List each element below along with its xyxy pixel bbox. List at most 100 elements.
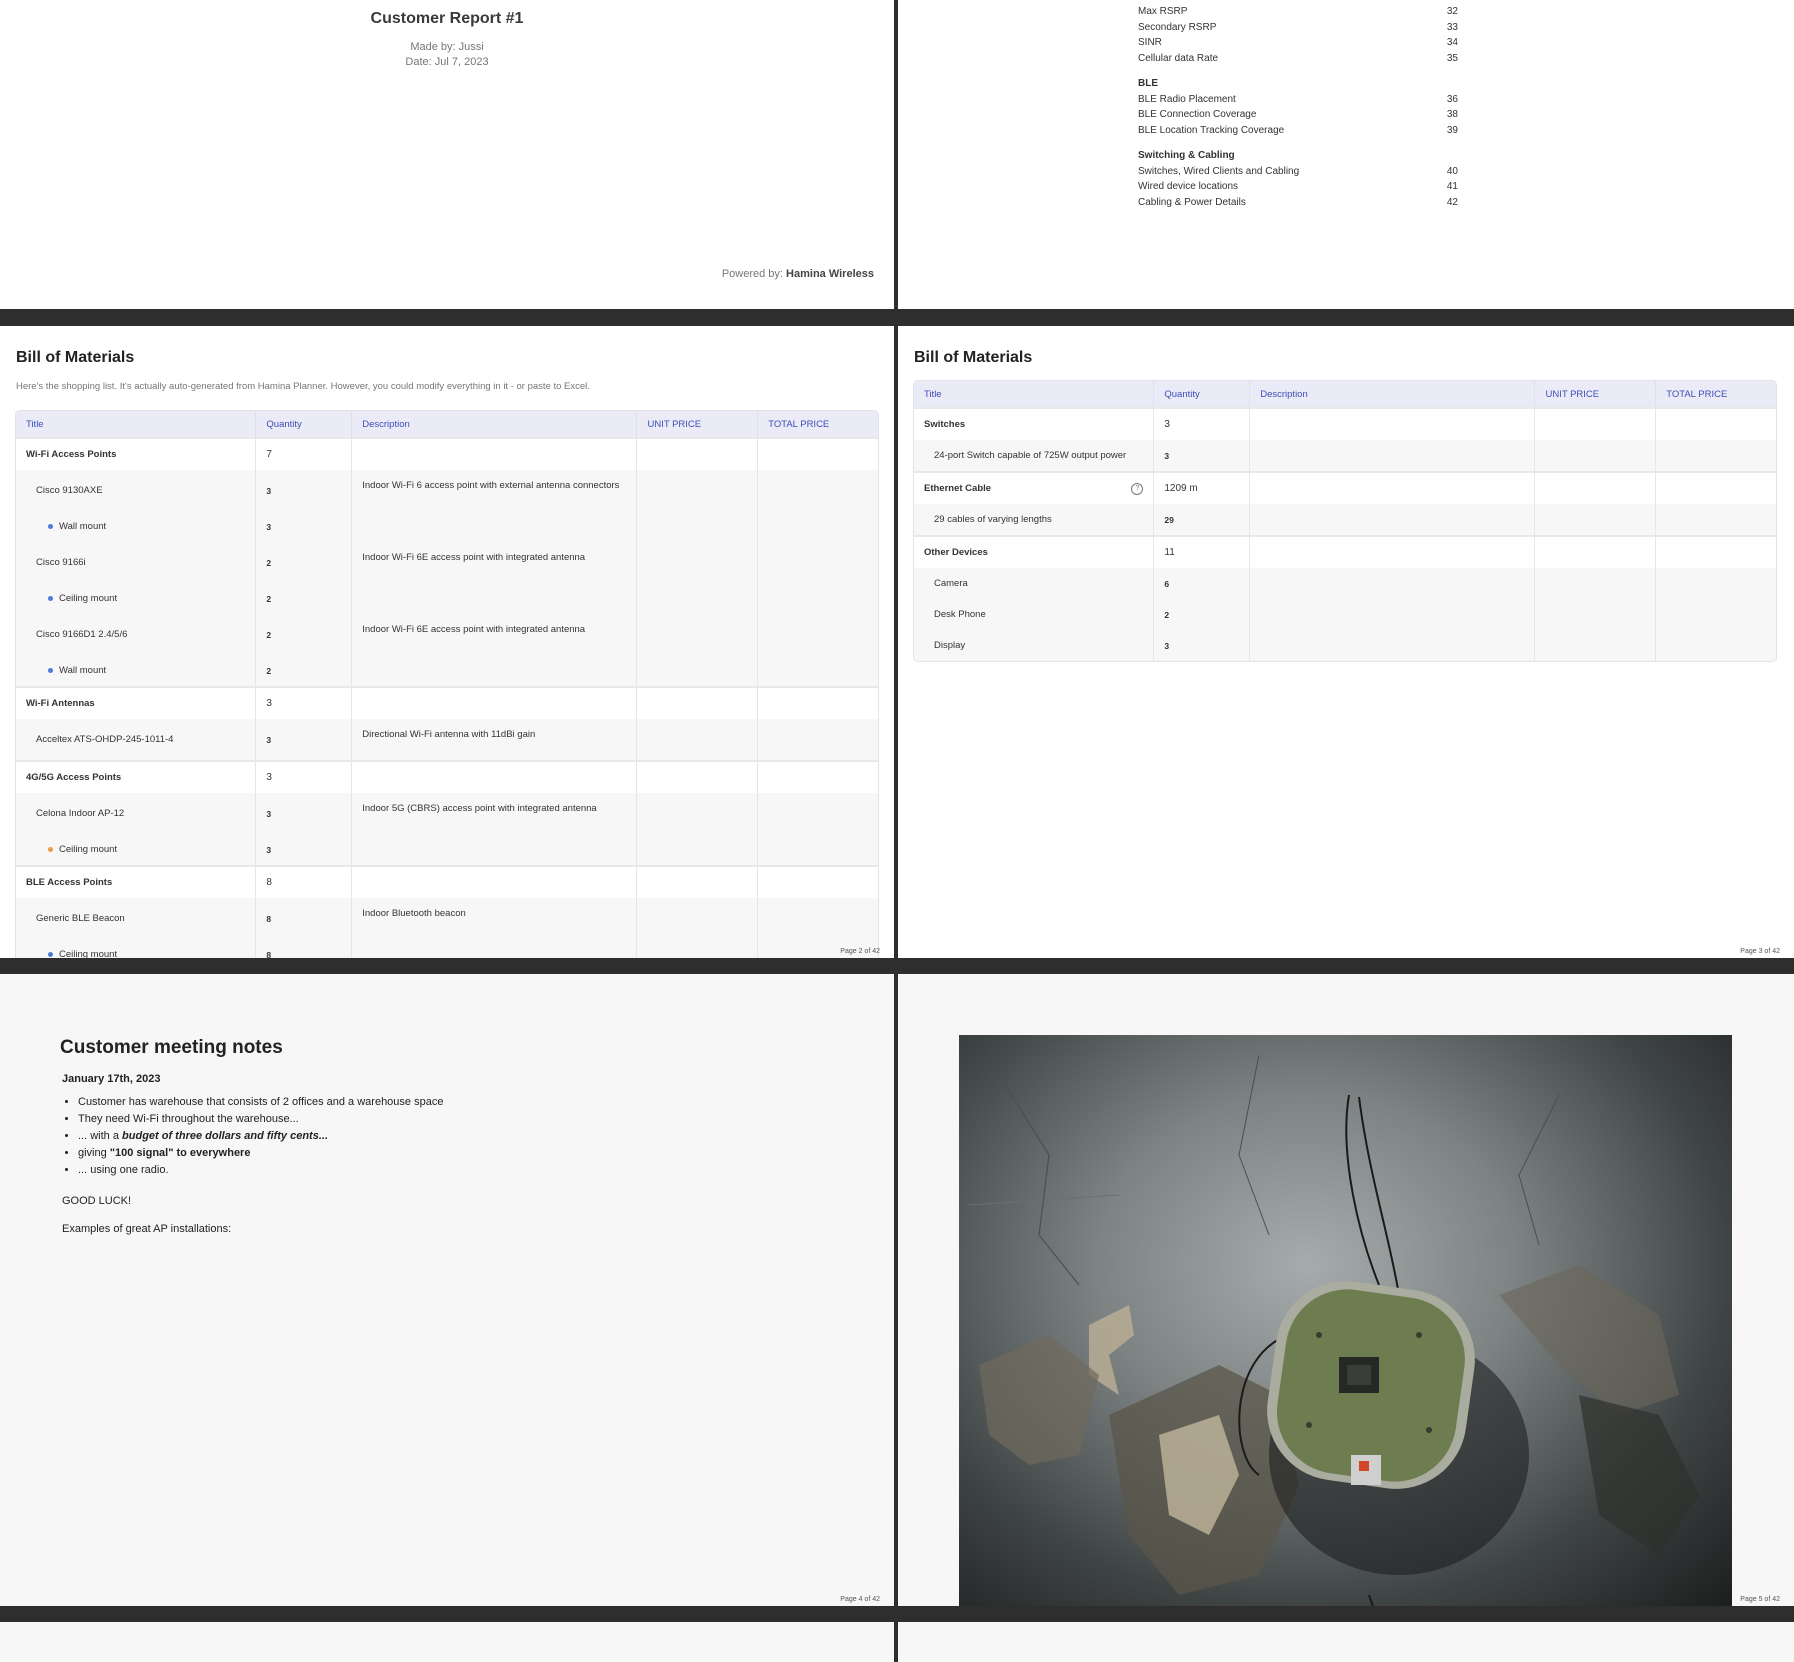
bom-item-total-price[interactable] [758, 614, 878, 655]
bom-item-unit-price[interactable] [637, 511, 759, 542]
bom-item-total-price[interactable] [758, 437, 878, 470]
toc-entry-page: 42 [1446, 196, 1458, 208]
list-item: ... using one radio. [78, 1162, 443, 1179]
bom-item-total-price[interactable] [1656, 630, 1776, 661]
bom-item-total-price[interactable] [758, 898, 878, 939]
bom-title: Bill of Materials [16, 349, 135, 366]
bom-title: Bill of Materials [914, 349, 1033, 366]
bom-item-quantity: 3 [1154, 630, 1251, 661]
bom-item-total-price[interactable] [1656, 568, 1776, 599]
notes-title: Customer meeting notes [60, 1037, 283, 1058]
table-row: Wall mount 2 [16, 655, 878, 686]
bom-item-unit-price[interactable] [1535, 471, 1657, 504]
bom-item-total-price[interactable] [758, 686, 878, 719]
bom-item-label: Desk Phone [934, 609, 986, 620]
bom-item-description: Indoor Wi-Fi 6E access point with integr… [352, 542, 638, 583]
ap-installation-photo [959, 1035, 1732, 1606]
table-row: Camera 6 [914, 568, 1776, 599]
toc-entry-page: 34 [1446, 37, 1458, 48]
bom-item-quantity: 3 [1154, 407, 1251, 440]
powered-label: Powered by: [721, 268, 783, 280]
table-row: Ceiling mount 3 [16, 834, 878, 865]
bom-item-unit-price[interactable] [1535, 440, 1657, 471]
bom-item-description [1250, 440, 1536, 471]
bom-item-total-price[interactable] [758, 542, 878, 583]
bom-item-description [352, 939, 638, 958]
help-icon[interactable]: ? [1131, 482, 1144, 495]
bom-item-title: 4G/5G Access Points [16, 760, 257, 793]
toc-entry: Switches, Wired Clients and Cabling 40 [1138, 164, 1458, 180]
bom-item-total-price[interactable] [758, 655, 878, 686]
bom-item-description: Indoor Bluetooth beacon [352, 898, 638, 939]
bom-item-unit-price[interactable] [1535, 568, 1657, 599]
bom-item-total-price[interactable] [758, 865, 878, 898]
bom-item-description [1250, 630, 1536, 661]
examples-text: Examples of great AP installations: [62, 1223, 232, 1235]
col-title: Title [914, 381, 1155, 407]
bom-item-total-price[interactable] [1656, 440, 1776, 471]
bom-item-unit-price[interactable] [637, 719, 759, 760]
bom-item-unit-price[interactable] [637, 898, 759, 939]
bom-item-unit-price[interactable] [1535, 630, 1657, 661]
note-text: giving [78, 1147, 110, 1159]
table-row: Cisco 9166D1 2.4/5/6 2 Indoor Wi-Fi 6E acc… [16, 614, 878, 655]
table-row: Generic BLE Beacon 8 Indoor Bluetooth beac… [16, 898, 878, 939]
page-number: Page 5 of 42 [1740, 1596, 1780, 1603]
bom-item-description [1250, 599, 1536, 630]
bom-item-description [352, 511, 638, 542]
toc-entry-page: 40 [1446, 165, 1458, 177]
bom-item-quantity: 3 [256, 470, 353, 511]
bom-item-unit-price[interactable] [1535, 504, 1657, 535]
bom-item-total-price[interactable] [758, 793, 878, 834]
bom-item-description [1250, 504, 1536, 535]
bom-item-quantity: 8 [256, 865, 353, 898]
bom-item-unit-price[interactable] [637, 834, 759, 865]
bom-item-unit-price[interactable] [637, 939, 759, 958]
bom-item-total-price[interactable] [1656, 471, 1776, 504]
bom-item-total-price[interactable] [758, 511, 878, 542]
bom-item-total-price[interactable] [1656, 535, 1776, 568]
bom-table-2: Title Quantity Description UNIT PRICE TO… [913, 380, 1777, 662]
bom-item-unit-price[interactable] [1535, 599, 1657, 630]
bom-item-total-price[interactable] [758, 834, 878, 865]
bom-item-title: Ethernet Cable? [914, 471, 1155, 504]
bom-item-unit-price[interactable] [637, 686, 759, 719]
table-row: Wall mount 3 [16, 511, 878, 542]
bom-item-total-price[interactable] [758, 583, 878, 614]
bom-item-unit-price[interactable] [637, 793, 759, 834]
bom-item-unit-price[interactable] [637, 470, 759, 511]
toc-page: Max RSRP 32 Secondary RSRP 33 SINR 34 Cellular… [898, 0, 1794, 309]
bom-item-unit-price[interactable] [637, 865, 759, 898]
bom-item-total-price[interactable] [758, 470, 878, 511]
good-luck-text: GOOD LUCK! [62, 1195, 132, 1207]
bom-item-description: Directional Wi-Fi antenna with 11dBi gai… [352, 719, 638, 760]
cover-meta: Made by: Jussi Date: Jul 7, 2023 [0, 40, 894, 70]
bom-item-total-price[interactable] [758, 719, 878, 760]
bom-item-unit-price[interactable] [637, 614, 759, 655]
bom-item-description [352, 583, 638, 614]
bom-item-label: 29 cables of varying lengths [934, 514, 1052, 525]
table-row: Celona Indoor AP-12 3 Indoor 5G (CBRS) acc… [16, 793, 878, 834]
bom-item-total-price[interactable] [1656, 504, 1776, 535]
bom-item-unit-price[interactable] [637, 760, 759, 793]
col-description: Description [352, 411, 638, 437]
bom-item-total-price[interactable] [1656, 599, 1776, 630]
bom-item-unit-price[interactable] [1535, 535, 1657, 568]
bom-item-unit-price[interactable] [637, 542, 759, 583]
table-row: Ceiling mount 8 [16, 939, 878, 958]
bom-item-total-price[interactable] [758, 760, 878, 793]
bom-item-unit-price[interactable] [637, 437, 759, 470]
bom-item-label: Cisco 9166i [36, 557, 86, 568]
bullet-dot-icon [48, 667, 53, 673]
bom-header-row: Title Quantity Description UNIT PRICE TO… [914, 381, 1776, 407]
bom-item-description [352, 834, 638, 865]
bom-item-total-price[interactable] [1656, 407, 1776, 440]
bom-item-label: Ceiling mount [59, 593, 118, 604]
notes-page: Customer meeting notes January 17th, 202… [0, 974, 894, 1606]
bom-item-unit-price[interactable] [637, 583, 759, 614]
bom-header-row: Title Quantity Description UNIT PRICE TO… [16, 411, 878, 437]
bom-item-unit-price[interactable] [637, 655, 759, 686]
bom-item-unit-price[interactable] [1535, 407, 1657, 440]
bom-item-quantity: 6 [1154, 568, 1251, 599]
toc-entry-label: Max RSRP [1138, 6, 1188, 17]
